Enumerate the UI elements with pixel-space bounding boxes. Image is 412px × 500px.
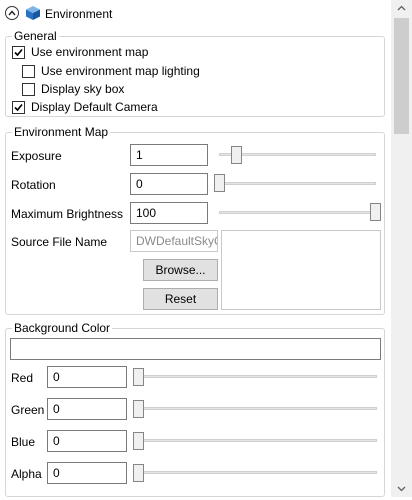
exposure-label: Exposure xyxy=(11,149,62,163)
blue-label: Blue xyxy=(11,435,36,449)
max-brightness-slider-thumb[interactable] xyxy=(370,203,381,221)
rotation-slider-thumb[interactable] xyxy=(214,174,225,192)
red-slider-track xyxy=(133,375,377,378)
blue-field[interactable]: 0 xyxy=(47,430,127,452)
alpha-field[interactable]: 0 xyxy=(47,462,127,484)
green-label: Green xyxy=(11,403,45,417)
use-env-map-label: Use environment map xyxy=(31,45,149,59)
environment-map-group-title: Environment Map xyxy=(12,125,111,139)
use-env-map-lighting-label: Use environment map lighting xyxy=(41,64,200,78)
scroll-up-arrow-icon[interactable] xyxy=(391,0,412,17)
general-group-title: General xyxy=(12,29,59,43)
blue-slider-thumb[interactable] xyxy=(133,432,144,450)
source-file-label: Source File Name xyxy=(11,235,108,249)
exposure-field[interactable]: 1 xyxy=(130,144,208,166)
use-env-map-checkbox[interactable] xyxy=(12,46,25,59)
red-label: Red xyxy=(11,371,34,385)
green-field[interactable]: 0 xyxy=(47,398,127,420)
panel-header: Environment xyxy=(0,0,390,28)
reset-button[interactable]: Reset xyxy=(143,288,218,310)
vertical-scrollbar[interactable] xyxy=(391,0,412,497)
alpha-slider-thumb[interactable] xyxy=(133,464,144,482)
max-brightness-field[interactable]: 100 xyxy=(130,202,208,224)
max-brightness-slider-track xyxy=(219,211,381,214)
scroll-down-arrow-icon[interactable] xyxy=(391,480,412,497)
background-color-swatch[interactable] xyxy=(10,338,381,360)
display-sky-box-label: Display sky box xyxy=(41,82,125,96)
background-color-group-title: Background Color xyxy=(12,321,113,335)
red-slider-thumb[interactable] xyxy=(133,368,144,386)
source-file-field[interactable]: DWDefaultSkyCube xyxy=(130,230,218,252)
chevron-up-icon[interactable] xyxy=(5,6,19,20)
env-map-preview xyxy=(221,230,381,310)
max-brightness-label: Maximum Brightness xyxy=(11,207,124,221)
rotation-field[interactable]: 0 xyxy=(130,173,208,195)
display-sky-box-checkbox[interactable] xyxy=(22,83,35,96)
red-field[interactable]: 0 xyxy=(47,366,127,388)
blue-slider-track xyxy=(133,439,377,442)
use-env-map-lighting-checkbox[interactable] xyxy=(22,65,35,78)
panel-title: Environment xyxy=(45,7,113,21)
browse-button[interactable]: Browse... xyxy=(143,259,218,281)
green-slider-track xyxy=(133,407,377,410)
scrollbar-thumb[interactable] xyxy=(394,18,409,134)
alpha-slider-track xyxy=(133,471,377,474)
exposure-slider-track xyxy=(219,153,376,156)
display-default-camera-label: Display Default Camera xyxy=(31,100,158,114)
rotation-slider-track xyxy=(214,182,376,185)
exposure-slider-thumb[interactable] xyxy=(231,146,242,164)
green-slider-thumb[interactable] xyxy=(133,400,144,418)
rotation-label: Rotation xyxy=(11,178,56,192)
alpha-label: Alpha xyxy=(11,467,42,481)
display-default-camera-checkbox[interactable] xyxy=(12,101,25,114)
cube-icon xyxy=(25,5,41,21)
